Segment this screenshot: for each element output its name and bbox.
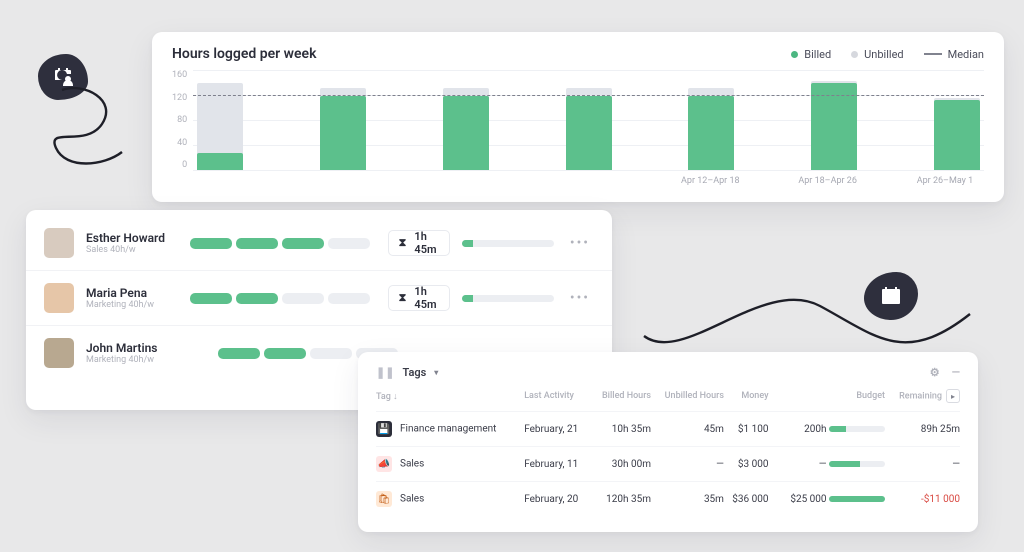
money: $3 000 <box>724 447 769 482</box>
tag-icon: ❚❚ <box>376 366 394 379</box>
bar-column[interactable] <box>197 70 243 170</box>
col-last-activity[interactable]: Last Activity <box>524 389 591 412</box>
week-segments <box>190 293 376 304</box>
bags-icon: 🛍 <box>376 491 392 507</box>
chart-plot <box>193 70 984 170</box>
last-activity: February, 11 <box>524 447 591 482</box>
avatar <box>44 228 74 258</box>
bar-column[interactable] <box>566 70 612 170</box>
unbilled-swatch-icon <box>851 51 858 58</box>
chart-x-axis: Apr 12–Apr 18Apr 18–Apr 26Apr 26–May 1 <box>172 170 984 186</box>
person-role: Marketing 40h/w <box>86 300 178 310</box>
gear-icon[interactable]: ⚙ <box>930 366 940 379</box>
minimize-icon[interactable]: — <box>952 366 960 379</box>
budget: — <box>769 447 886 482</box>
unbilled-hours: 35m <box>651 482 724 517</box>
tags-card: ❚❚ Tags ▾ ⚙ — Tag ↓ Last Activity Billed… <box>358 352 978 532</box>
col-money[interactable]: Money <box>724 389 769 412</box>
tags-table: Tag ↓ Last Activity Billed Hours Unbille… <box>376 389 960 516</box>
last-activity: February, 21 <box>524 412 591 447</box>
hours-chart-card: Hours logged per week Billed Unbilled Me… <box>152 32 1004 202</box>
budget-bar <box>829 426 885 432</box>
money: $1 100 <box>724 412 769 447</box>
median-line <box>193 95 984 96</box>
person-row[interactable]: Maria PenaMarketing 40h/w ⧗ 1h 45m ••• <box>26 271 612 326</box>
timer-icon: ⧗ <box>399 236 407 250</box>
bar-column[interactable] <box>443 70 489 170</box>
squiggle-decor <box>642 280 972 354</box>
billed-hours: 120h 35m <box>591 482 651 517</box>
chart-y-axis: 16012080400 <box>172 70 193 170</box>
chart-title: Hours logged per week <box>172 46 316 62</box>
progress-bar <box>462 240 554 247</box>
tag-name: Sales <box>400 459 424 470</box>
money: $36 000 <box>724 482 769 517</box>
person-name: Esther Howard <box>86 231 178 245</box>
col-billed[interactable]: Billed Hours <box>591 389 651 412</box>
billed-hours: 10h 35m <box>591 412 651 447</box>
timer-chip[interactable]: ⧗ 1h 45m <box>388 285 451 311</box>
billed-hours: 30h 00m <box>591 447 651 482</box>
timer-icon: ⧗ <box>399 291 407 305</box>
col-tag[interactable]: Tag ↓ <box>376 389 524 412</box>
budget: 200h <box>769 412 886 447</box>
remaining: 89h 25m <box>885 412 960 447</box>
person-role: Sales 40h/w <box>86 245 178 255</box>
billed-swatch-icon <box>791 51 798 58</box>
chevron-down-icon[interactable]: ▾ <box>434 368 438 377</box>
tag-name: Finance management <box>400 424 496 435</box>
remaining: -$11 000 <box>885 482 960 517</box>
week-segments <box>190 238 376 249</box>
budget: $25 000 <box>769 482 886 517</box>
last-activity: February, 20 <box>524 482 591 517</box>
person-role: Marketing 40h/w <box>86 355 206 365</box>
budget-bar <box>829 461 885 467</box>
tag-name: Sales <box>400 494 424 505</box>
expand-icon[interactable]: ▸ <box>946 389 960 403</box>
person-name: Maria Pena <box>86 286 178 300</box>
budget-bar <box>829 496 885 502</box>
avatar <box>44 338 74 368</box>
timer-chip[interactable]: ⧗ 1h 45m <box>388 230 451 256</box>
table-row[interactable]: 🛍 Sales February, 20120h 35m35m$36 000$25 … <box>376 482 960 517</box>
person-name: John Martins <box>86 341 206 355</box>
megaphone-icon: 📣 <box>376 456 392 472</box>
bar-column[interactable] <box>688 70 734 170</box>
unbilled-hours: — <box>651 447 724 482</box>
person-row[interactable]: Esther HowardSales 40h/w ⧗ 1h 45m ••• <box>26 216 612 271</box>
timer-value: 1h 45m <box>414 285 439 311</box>
median-swatch-icon <box>924 53 942 55</box>
col-budget[interactable]: Budget <box>769 389 886 412</box>
col-remaining[interactable]: Remaining▸ <box>885 389 960 412</box>
table-row[interactable]: 💾 Finance management February, 2110h 35m45… <box>376 412 960 447</box>
floppy-icon: 💾 <box>376 421 392 437</box>
bar-column[interactable] <box>811 70 857 170</box>
table-row[interactable]: 📣SalesFebruary, 1130h 00m—$3 000— — <box>376 447 960 482</box>
sort-down-icon: ↓ <box>393 392 398 402</box>
progress-bar <box>462 295 554 302</box>
chart-legend: Billed Unbilled Median <box>791 48 984 61</box>
avatar <box>44 283 74 313</box>
timer-value: 1h 45m <box>414 230 439 256</box>
col-unbilled[interactable]: Unbilled Hours <box>651 389 724 412</box>
bar-column[interactable] <box>934 70 980 170</box>
more-icon[interactable]: ••• <box>566 286 594 310</box>
remaining: — <box>885 447 960 482</box>
tags-header-label[interactable]: Tags <box>402 366 426 379</box>
bar-column[interactable] <box>320 70 366 170</box>
squiggle-decor <box>42 86 130 176</box>
more-icon[interactable]: ••• <box>566 231 594 255</box>
unbilled-hours: 45m <box>651 412 724 447</box>
